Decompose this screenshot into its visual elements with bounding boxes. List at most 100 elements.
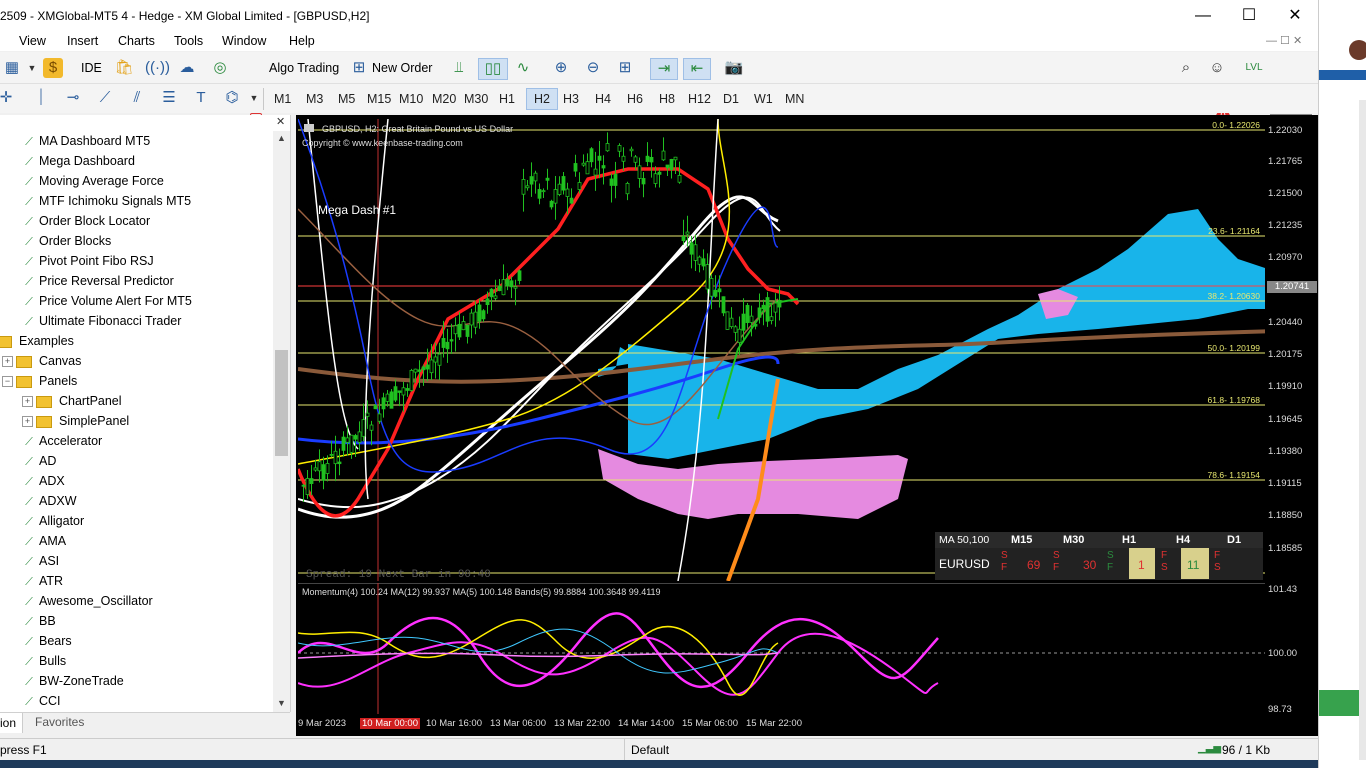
navigator-item[interactable]: ⟋ Price Reversal Predictor	[22, 271, 174, 291]
navigator-item[interactable]: − Panels	[2, 371, 77, 391]
navigator-item[interactable]: ⟋ MA Dashboard MT5	[22, 131, 150, 151]
tab-favorites[interactable]: Favorites	[35, 715, 84, 729]
auto-scroll-icon[interactable]: ⇥	[650, 58, 678, 80]
text-icon[interactable]: T	[191, 88, 211, 108]
vertical-line-icon[interactable]: ⏐	[31, 88, 51, 108]
timeframe-h12[interactable]: H12	[686, 89, 713, 109]
vps-icon[interactable]: ◎	[210, 58, 230, 78]
navigator-item[interactable]: ⟋ Accelerator	[22, 431, 102, 451]
timeframe-m1[interactable]: M1	[272, 89, 293, 109]
navigator-item[interactable]: + ChartPanel	[22, 391, 122, 411]
navigator-item[interactable]: ⟋ Moving Average Force	[22, 171, 164, 191]
collapse-icon[interactable]: −	[2, 376, 13, 388]
scrollbar-thumb[interactable]	[275, 350, 288, 456]
signal-icon[interactable]: ((·))	[145, 58, 170, 78]
zoom-in-icon[interactable]: ⊕	[551, 58, 571, 78]
navigator-item[interactable]: ⟋ Pivot Point Fibo RSJ	[22, 251, 154, 271]
new-order-icon[interactable]: ⊞	[349, 58, 369, 78]
navigator-item[interactable]: ⟋ Alligator	[22, 511, 84, 531]
level-icon[interactable]: LVL	[1244, 58, 1264, 78]
search-icon[interactable]: ⌕	[1176, 58, 1196, 78]
timeframe-h3[interactable]: H3	[561, 89, 581, 109]
navigator-item[interactable]: ⟋ BW-ZoneTrade	[22, 671, 124, 691]
timeframe-m10[interactable]: M10	[397, 89, 425, 109]
crosshair-icon[interactable]: ✛	[0, 88, 16, 108]
navigator-item[interactable]: ⟋ Bears	[22, 631, 72, 651]
navigator-item[interactable]: ⟋ Price Volume Alert For MT5	[22, 291, 192, 311]
navigator-item[interactable]: ⟋ AMA	[22, 531, 66, 551]
scroll-down-icon[interactable]: ▼	[277, 698, 286, 708]
expand-icon[interactable]: +	[22, 416, 33, 428]
navigator-item[interactable]: ⟋ BB	[22, 611, 56, 631]
zoom-out-icon[interactable]: ⊖	[583, 58, 603, 78]
bag-icon[interactable]: 🛍	[114, 58, 134, 78]
timeframe-m5[interactable]: M5	[336, 89, 357, 109]
channel-icon[interactable]: ⫽	[127, 88, 147, 108]
timeframe-h1[interactable]: H1	[497, 89, 517, 109]
chevron-down-icon[interactable]: ▼	[244, 88, 264, 108]
menu-window[interactable]: Window	[222, 34, 266, 48]
timeframe-h6[interactable]: H6	[625, 89, 645, 109]
grid-icon[interactable]: ⊞	[615, 58, 635, 78]
timeframe-mn[interactable]: MN	[783, 89, 806, 109]
notifications-icon[interactable]: ☺	[1207, 58, 1227, 78]
timeframe-h2[interactable]: H2	[526, 88, 558, 110]
horizontal-line-icon[interactable]: ⊸	[63, 88, 83, 108]
close-button[interactable]: ✕	[1272, 0, 1318, 31]
navigator-item[interactable]: ⟋ ADXW	[22, 491, 76, 511]
scroll-up-icon[interactable]: ▲	[277, 133, 286, 143]
navigator-item[interactable]: ⟋ Order Blocks	[22, 231, 111, 251]
timeframe-w1[interactable]: W1	[752, 89, 775, 109]
navigator-item[interactable]: ⟋ Order Block Locator	[22, 211, 150, 231]
maximize-button[interactable]: ☐	[1226, 0, 1272, 31]
mdi-controls-icon[interactable]: — ☐ ✕	[1266, 34, 1302, 47]
shapes-icon[interactable]: ⌬	[222, 88, 242, 108]
navigator-item[interactable]: ⟋ ATR	[22, 571, 63, 591]
expand-icon[interactable]: +	[22, 396, 33, 408]
menu-charts[interactable]: Charts	[118, 34, 155, 48]
navigator-item[interactable]: ⟋ MTF Ichimoku Signals MT5	[22, 191, 191, 211]
menu-help[interactable]: Help	[289, 34, 315, 48]
navigator-item[interactable]: ⟋ Awesome_Oscillator	[22, 591, 153, 611]
chevron-down-icon[interactable]: ▼	[22, 58, 42, 78]
navigator-item[interactable]: ⟋ CCI	[22, 691, 60, 711]
timeframe-m20[interactable]: M20	[430, 89, 458, 109]
minimize-button[interactable]: —	[1180, 0, 1226, 31]
timeframe-h4[interactable]: H4	[593, 89, 613, 109]
timeframe-m3[interactable]: M3	[304, 89, 325, 109]
charts-icon[interactable]: ▦	[2, 58, 22, 78]
dollar-icon[interactable]: $	[43, 58, 63, 78]
navigator-item[interactable]: ⟋ ADX	[22, 471, 65, 491]
timeframe-h8[interactable]: H8	[657, 89, 677, 109]
trend-line-icon[interactable]: ⟋	[95, 88, 115, 108]
timeframe-m30[interactable]: M30	[462, 89, 490, 109]
navigator-item[interactable]: + Canvas	[2, 351, 81, 371]
navigator-item[interactable]: ⟋ ASI	[22, 551, 59, 571]
momentum-indicator[interactable]: Momentum(4) 100.24 MA(12) 99.937 MA(5) 1…	[298, 583, 1265, 714]
close-icon[interactable]: ✕	[276, 115, 285, 128]
navigator-item[interactable]: ⟋ Mega Dashboard	[22, 151, 135, 171]
screenshot-icon[interactable]: 📷	[724, 58, 744, 78]
navigator-item[interactable]: ⟋ Bulls	[22, 651, 66, 671]
candlestick-icon[interactable]: ▯▯	[478, 58, 508, 80]
timeframe-m15[interactable]: M15	[365, 89, 393, 109]
navigator-item[interactable]: ⟋ Ultimate Fibonacci Trader	[22, 311, 181, 331]
fibonacci-icon[interactable]: ☰	[159, 88, 179, 108]
expand-icon[interactable]: +	[2, 356, 13, 368]
algo-trading-button[interactable]: Algo Trading	[269, 61, 339, 75]
navigator-item[interactable]: + SimplePanel	[22, 411, 129, 431]
time-axis[interactable]: 9 Mar 2023 10 Mar 00:00 10 Mar 16:00 13 Mar…	[298, 714, 1318, 736]
new-order-button[interactable]: New Order	[372, 61, 432, 75]
timeframe-d1[interactable]: D1	[721, 89, 741, 109]
navigator-item[interactable]: ⟋ AD	[22, 451, 56, 471]
menu-view[interactable]: View	[19, 34, 46, 48]
chart-shift-icon[interactable]: ⇤	[683, 58, 711, 80]
ide-button[interactable]: IDE	[81, 61, 102, 75]
navigator-item[interactable]: Examples	[0, 331, 74, 351]
cloud-icon[interactable]: ☁	[177, 58, 197, 78]
line-chart-icon[interactable]: ∿	[513, 58, 533, 78]
menu-insert[interactable]: Insert	[67, 34, 98, 48]
bar-chart-icon[interactable]: ⫫	[449, 58, 469, 78]
price-scale[interactable]: 1.22030 1.21765 1.21500 1.21235 1.20970 1.204…	[1265, 119, 1318, 581]
price-chart[interactable]: GBPUSD, H2: Great Britain Pound vs US Do…	[298, 119, 1265, 581]
